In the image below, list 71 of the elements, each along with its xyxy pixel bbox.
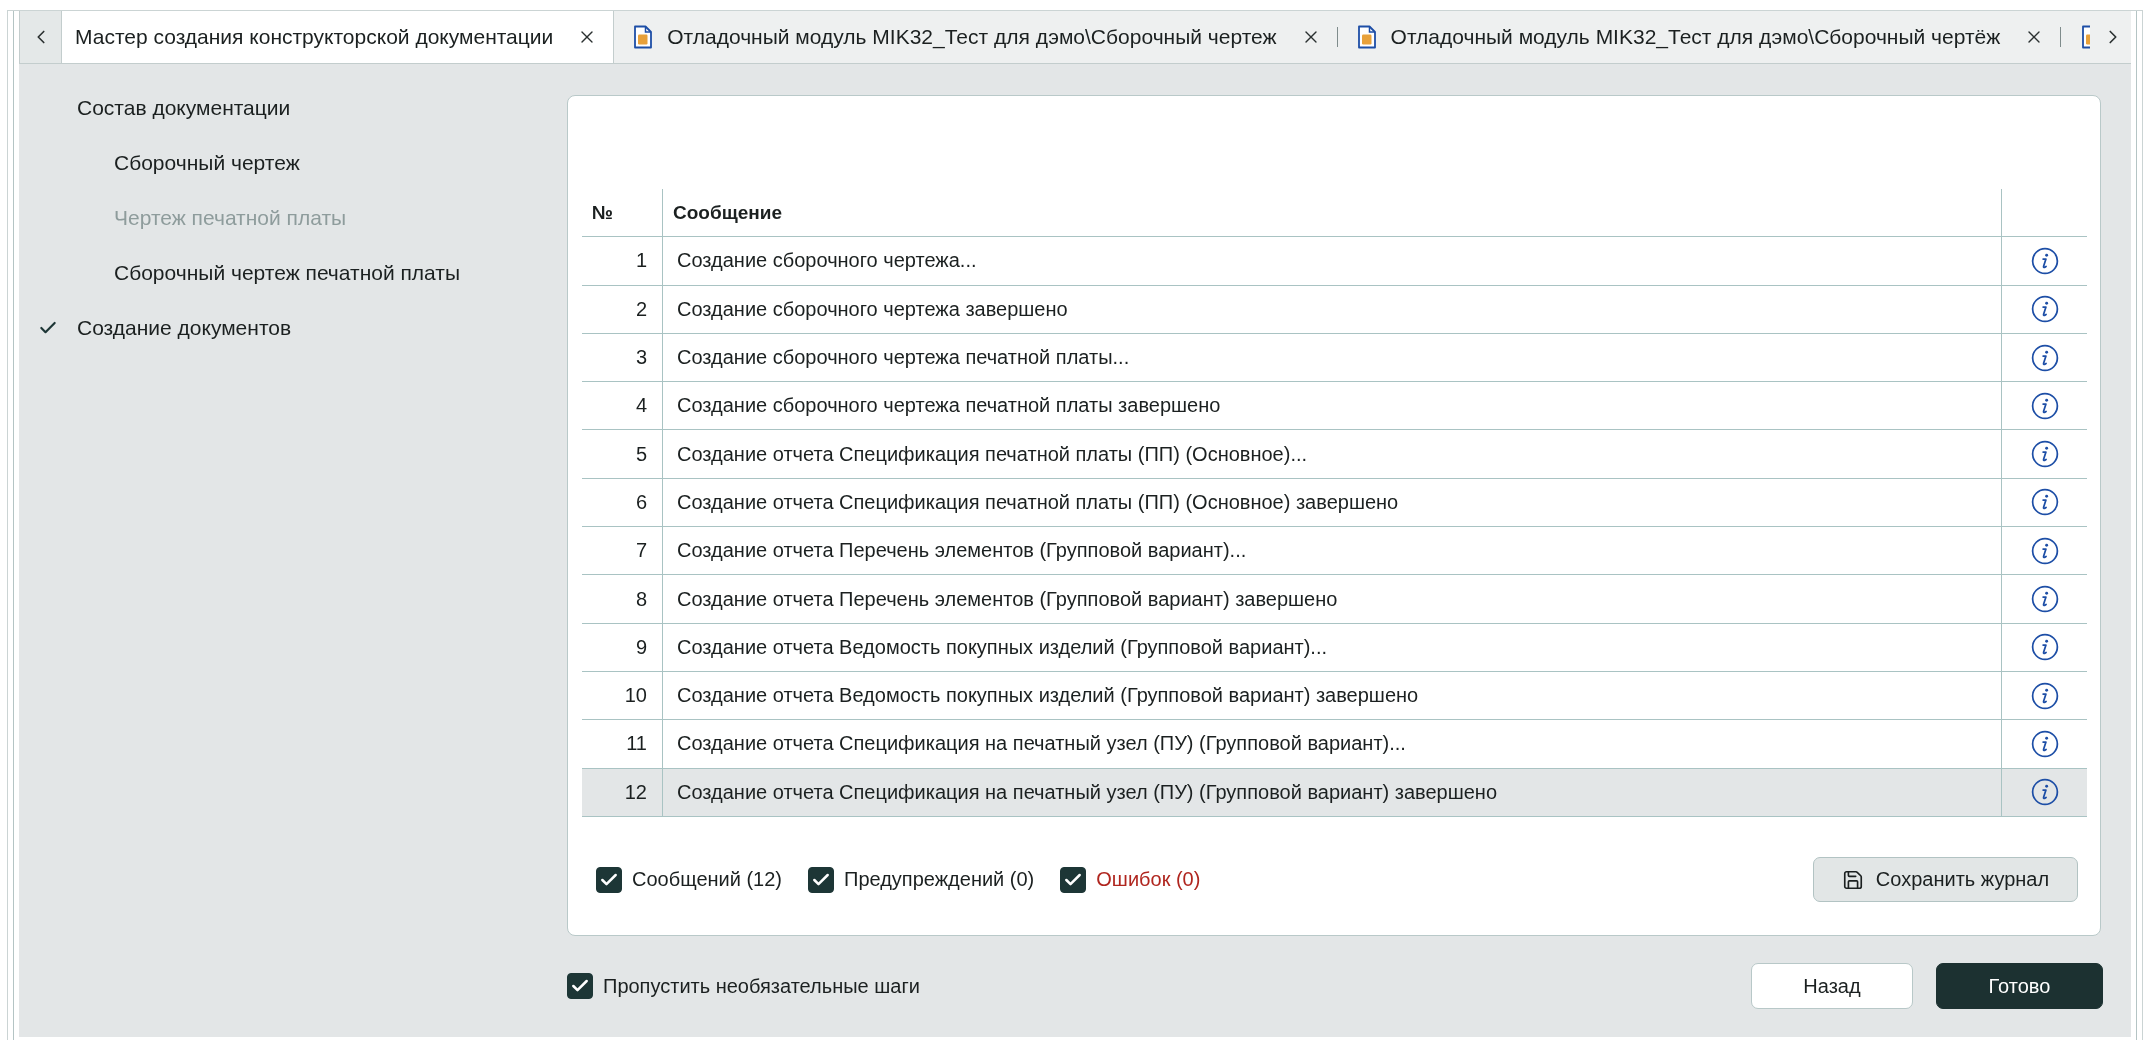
table-row[interactable]: 1 Создание сборочного чертежа... (582, 237, 2087, 286)
info-icon (2030, 633, 2059, 662)
info-icon (2030, 488, 2059, 517)
row-number: 4 (582, 382, 663, 430)
info-icon (2030, 778, 2059, 807)
message-cell: Создание отчета Спецификация на печатный узел (ПУ) (Групповой вариант) завершено (663, 768, 2002, 816)
message-cell: Создание отчета Ведомость покупных изделий (Групповой вариант) завершено (663, 671, 2002, 720)
row-number: 10 (582, 671, 663, 720)
save-log-button[interactable]: Сохранить журнал (1813, 857, 2078, 903)
checkbox-label: Сообщений (12) (632, 868, 782, 892)
column-header: Сообщение (663, 189, 2002, 237)
checkbox-label: Ошибок (0) (1096, 868, 1201, 892)
table-row[interactable]: 3 Создание сборочного чертежа печатной платы... (582, 333, 2087, 383)
message-cell: Создание сборочного чертежа завершено (663, 285, 2002, 333)
table-row[interactable]: 10 Создание отчета Ведомость покупных изделий (Групповой вариант) завершено (582, 671, 2087, 721)
checkbox-label: Пропустить необязательные шаги (603, 974, 920, 998)
back-button[interactable]: Назад (1751, 963, 1913, 1009)
info-icon (2030, 343, 2059, 372)
info-icon (2030, 246, 2059, 275)
info-icon (2030, 536, 2059, 565)
row-number: 1 (582, 237, 663, 285)
row-number: 9 (582, 623, 663, 671)
table-row[interactable]: 6 Создание отчета Спецификация печатной платы (ПП) (Основное) завершено (582, 478, 2087, 528)
row-number: 11 (582, 720, 663, 768)
info-icon (2030, 295, 2059, 324)
checkbox[interactable] (596, 866, 622, 893)
done-button[interactable]: Готово (1936, 963, 2103, 1009)
step-item[interactable]: Сборочный чертеж (114, 150, 300, 175)
table-row[interactable]: 4 Создание сборочного чертежа печатной платы завершено (582, 382, 2087, 431)
row-number: 2 (582, 285, 663, 333)
table-row[interactable]: 9 Создание отчета Ведомость покупных изделий (Групповой вариант)... (582, 623, 2087, 672)
checkbox-label: Предупреждений (0) (844, 868, 1035, 892)
step-item[interactable]: Состав документации (77, 95, 291, 120)
message-cell: Создание сборочного чертежа печатной платы завершено (663, 382, 2002, 430)
tab[interactable]: Мастер создания конструкторской документации (62, 11, 615, 63)
save-icon (1841, 868, 1864, 891)
table-row[interactable]: 8 Создание отчета Перечень элементов (Групповой вариант) завершено (582, 575, 2087, 624)
table-row[interactable]: 7 Создание отчета Перечень элементов (Групповой вариант)... (582, 527, 2087, 576)
table-row[interactable]: 5 Создание отчета Спецификация печатной платы (ПП) (Основное)... (582, 430, 2087, 479)
row-number: 12 (582, 768, 663, 816)
row-number: 5 (582, 430, 663, 478)
table-row[interactable]: 12 Создание отчета Спецификация на печатный узел (ПУ) (Групповой вариант) завершено (582, 768, 2087, 817)
message-cell: Создание отчета Ведомость покупных изделий (Групповой вариант)... (663, 623, 2002, 671)
info-icon (2030, 729, 2059, 758)
message-cell: Создание сборочного чертежа печатной платы... (663, 333, 2002, 382)
table-row[interactable]: 11 Создание отчета Спецификация на печатный узел (ПУ) (Групповой вариант)... (582, 720, 2087, 769)
message-cell: Создание сборочного чертежа... (663, 237, 2002, 285)
document-icon (633, 25, 654, 49)
document-icon (1356, 25, 1377, 49)
column-header: № (582, 189, 663, 237)
message-cell: Создание отчета Перечень элементов (Групповой вариант) завершено (663, 575, 2002, 623)
checkbox[interactable] (1060, 866, 1087, 893)
row-number: 7 (582, 527, 663, 575)
info-icon (2030, 681, 2059, 710)
checkbox[interactable] (808, 866, 834, 893)
info-icon (2030, 391, 2059, 420)
info-icon (2030, 585, 2059, 613)
message-cell: Создание отчета Спецификация на печатный узел (ПУ) (Групповой вариант)... (663, 720, 2002, 768)
message-cell: Создание отчета Спецификация печатной платы (ПП) (Основное) завершено (663, 478, 2002, 527)
step-item[interactable]: Создание документов (77, 315, 292, 340)
table-row[interactable]: 2 Создание сборочного чертежа завершено (582, 285, 2087, 334)
checkbox[interactable] (567, 973, 593, 999)
step-item[interactable]: Сборочный чертеж печатной платы (114, 260, 461, 285)
row-number: 8 (582, 575, 663, 623)
tab[interactable]: Отладочный модуль MIK32_Тест для дэмо\Сборочный чертёж (1337, 11, 2062, 63)
message-cell: Создание отчета Спецификация печатной платы (ПП) (Основное)... (663, 430, 2002, 478)
info-icon (2030, 440, 2059, 469)
row-number: 3 (582, 333, 663, 382)
message-cell: Создание отчета Перечень элементов (Групповой вариант)... (663, 527, 2002, 575)
tab[interactable]: Отладочный модуль MIK32_Тест для дэмо\Сборочный чертеж (614, 11, 1338, 63)
row-number: 6 (582, 478, 663, 527)
